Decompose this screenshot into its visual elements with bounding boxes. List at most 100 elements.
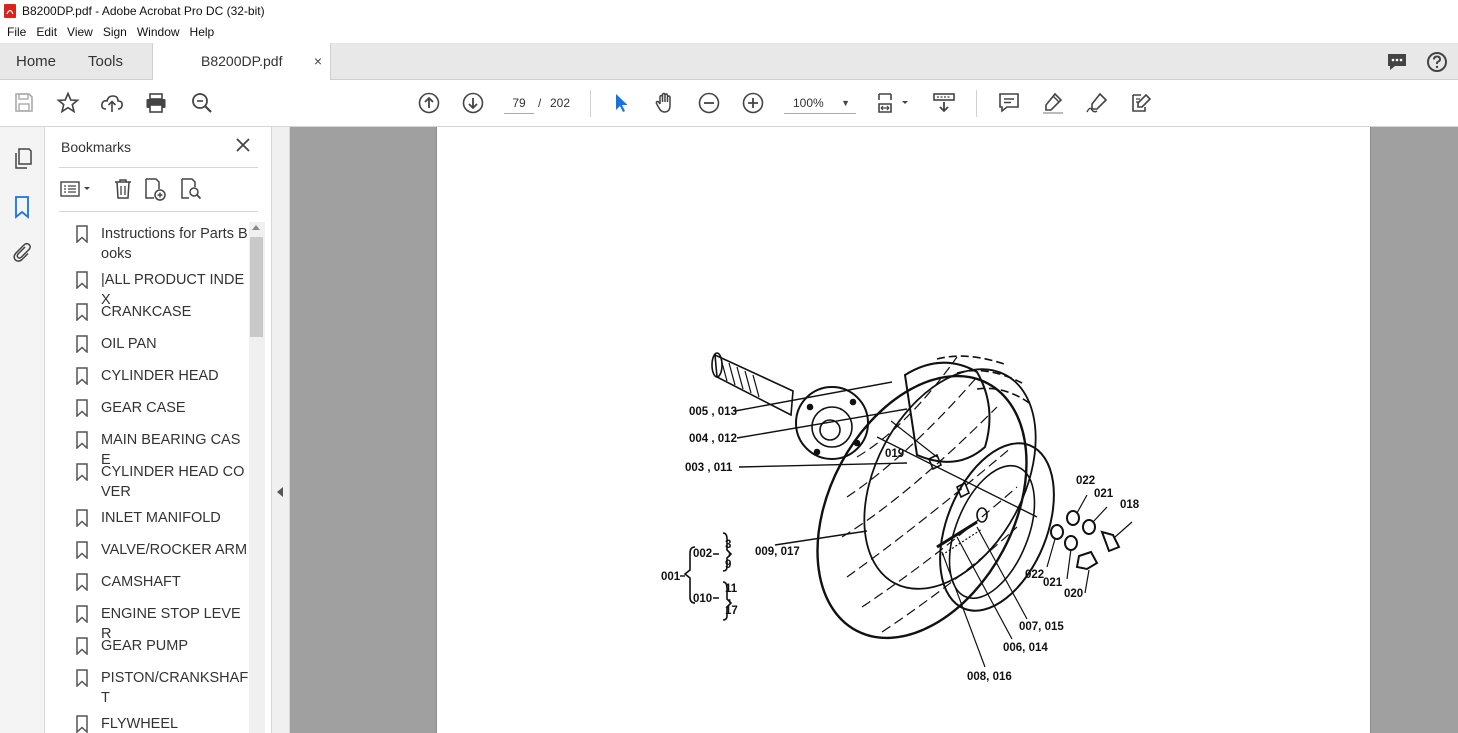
bookmark-label: CYLINDER HEAD [101,368,219,384]
bookmark-icon [75,335,89,354]
collapse-panel-icon[interactable] [277,487,283,497]
callout-007-015: 007, 015 [1019,621,1064,633]
page-thumbnails-icon[interactable] [10,147,34,171]
page-down-icon[interactable] [461,91,485,115]
callout-001: 001 [661,571,681,583]
bookmarks-header: Bookmarks [61,139,132,155]
tab-tools[interactable]: Tools [88,43,123,80]
menu-file[interactable]: File [2,22,31,43]
chevron-down-icon: ▼ [841,98,850,108]
find-zoom-icon[interactable] [190,91,214,115]
zoom-out-icon[interactable] [697,91,721,115]
bookmark-icon [75,463,89,482]
callout-021-bottom: 021 [1043,577,1063,589]
bookmark-item[interactable]: Instructions for Parts Books [75,224,249,264]
cloud-upload-icon[interactable] [100,91,124,115]
sign-icon[interactable] [1085,91,1109,115]
bookmark-item[interactable]: PISTON/CRANKSHAFT [75,668,249,708]
window-title: B8200DP.pdf - Adobe Acrobat Pro DC (32-b… [22,4,265,18]
panel-splitter[interactable] [272,127,290,733]
callout-11: 11 [725,583,738,595]
page-up-icon[interactable] [417,91,441,115]
bookmark-item[interactable]: VALVE/ROCKER ARM [75,540,249,560]
fit-page-icon[interactable] [875,91,913,115]
scrollbar-thumb[interactable] [250,237,263,337]
menu-window[interactable]: Window [132,22,185,43]
highlight-icon[interactable] [1041,91,1065,115]
callout-008-016: 008, 016 [967,671,1012,683]
callout-022-top: 022 [1076,475,1095,487]
help-icon[interactable] [1426,51,1448,73]
bookmark-icon [75,637,89,656]
page-separator: / [538,96,542,110]
scroll-up-icon[interactable] [252,225,260,230]
select-arrow-icon[interactable] [609,91,633,115]
callout-003-011: 003 , 011 [685,462,733,474]
toolbar-divider [976,90,977,117]
bookmark-label: PISTON/CRANKSHAFT [101,670,249,706]
bookmark-item[interactable]: FLYWHEEL [75,714,249,733]
bookmark-label: CRANKCASE [101,304,192,320]
zoom-in-icon[interactable] [741,91,765,115]
bookmark-label: CAMSHAFT [101,574,181,590]
zoom-dropdown[interactable]: 100% ▼ [784,92,856,114]
menu-edit[interactable]: Edit [31,22,62,43]
tab-home[interactable]: Home [16,43,56,80]
scroll-mode-icon[interactable] [932,91,956,115]
bookmark-options-icon[interactable] [59,177,95,201]
acrobat-pdf-icon [4,4,16,18]
save-icon[interactable] [12,91,36,115]
bookmark-label: Instructions for Parts Books [101,226,248,262]
menu-help[interactable]: Help [185,22,220,43]
tab-document-label: B8200DP.pdf [201,53,283,69]
bookmark-item[interactable]: GEAR PUMP [75,636,249,656]
bookmark-label: GEAR CASE [101,400,186,416]
bookmark-icon [75,399,89,418]
bookmark-list: Instructions for Parts Books |ALL PRODUC… [45,222,249,733]
new-bookmark-icon[interactable] [143,177,167,201]
bookmark-icon [75,303,89,322]
bookmark-icon [75,715,89,733]
bookmark-label: GEAR PUMP [101,638,189,654]
bookmark-item[interactable]: CYLINDER HEAD COVER [75,462,249,502]
print-icon[interactable] [144,91,168,115]
callout-010: 010 [693,593,712,605]
edit-pdf-icon[interactable] [1129,91,1153,115]
bookmark-item[interactable]: CRANKCASE [75,302,249,322]
bookmark-icon [75,431,89,450]
menu-sign[interactable]: Sign [98,22,132,43]
document-view[interactable]: 005 , 013 004 , 012 003 , 011 019 022 02… [290,127,1458,733]
title-bar: B8200DP.pdf - Adobe Acrobat Pro DC (32-b… [0,0,1458,22]
menu-bar: File Edit View Sign Window Help [0,22,1458,43]
bookmark-label: FLYWHEEL [101,716,179,732]
callout-009-017: 009, 017 [755,546,800,558]
bookmark-icon [75,541,89,560]
bookmark-label: CYLINDER HEAD COVER [101,464,245,500]
callout-019: 019 [885,448,904,460]
attachments-icon[interactable] [10,240,34,264]
bookmark-item[interactable]: CYLINDER HEAD [75,366,249,386]
total-pages: 202 [550,96,571,110]
current-page-input[interactable]: 79 [504,92,534,114]
bookmark-icon [75,367,89,386]
callout-020: 020 [1064,588,1083,600]
bookmarks-panel-icon[interactable] [10,195,34,219]
callout-018: 018 [1120,499,1140,511]
callout-022-bottom: 022 [1025,569,1044,581]
bookmark-star-icon[interactable] [56,91,80,115]
find-bookmark-icon[interactable] [179,177,203,201]
hand-icon[interactable] [653,91,677,115]
bookmark-item[interactable]: GEAR CASE [75,398,249,418]
bookmark-item[interactable]: OIL PAN [75,334,249,354]
tab-close-icon[interactable]: × [314,43,322,80]
callout-002: 002 [693,548,712,560]
tab-document[interactable]: B8200DP.pdf × [152,43,331,81]
menu-view[interactable]: View [62,22,98,43]
callout-004-012: 004 , 012 [689,433,737,445]
close-icon[interactable] [234,136,252,154]
delete-bookmark-icon[interactable] [111,177,135,201]
comment-icon[interactable] [997,91,1021,115]
bookmark-item[interactable]: CAMSHAFT [75,572,249,592]
bookmark-item[interactable]: INLET MANIFOLD [75,508,249,528]
chat-icon[interactable] [1386,51,1408,73]
